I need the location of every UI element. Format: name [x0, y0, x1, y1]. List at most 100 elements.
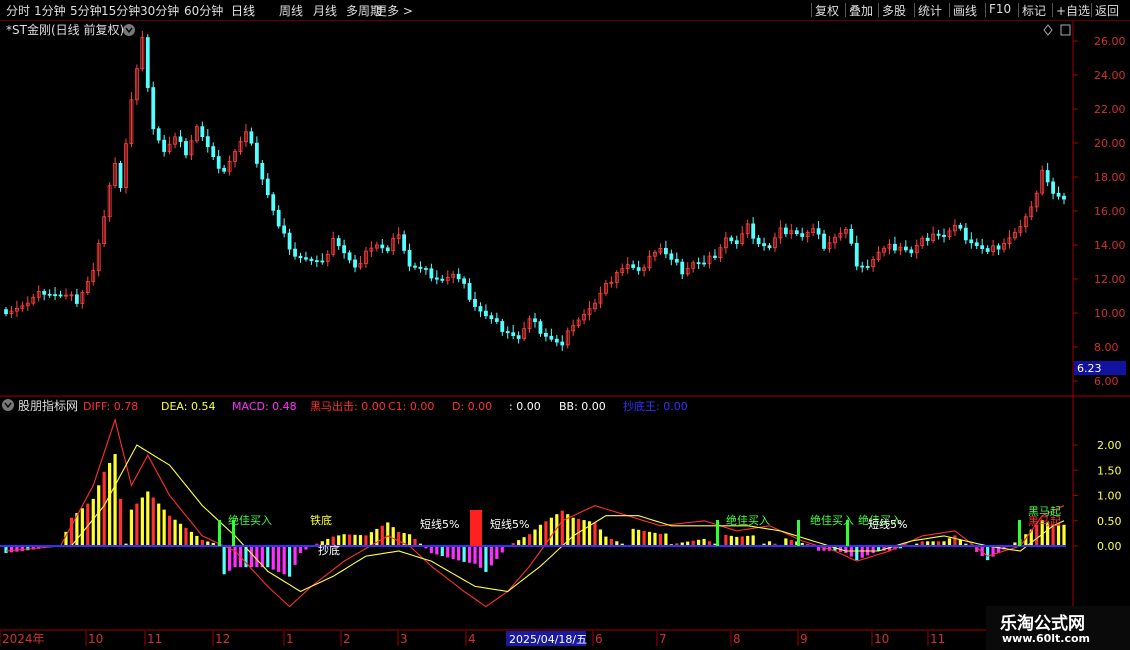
candle-body: [429, 268, 434, 279]
candle-body: [756, 237, 761, 245]
candle-body: [1045, 170, 1050, 183]
macd-bar: [151, 497, 155, 546]
macd-bar: [647, 531, 652, 546]
candle-body: [178, 136, 183, 142]
macd-bar: [135, 503, 139, 546]
macd-bar: [484, 546, 488, 572]
macd-bar: [784, 538, 788, 546]
indicator-title: 股朋指标网: [18, 398, 78, 413]
candle-body: [969, 239, 974, 244]
macd-bar: [287, 546, 292, 577]
candle-body: [696, 262, 701, 265]
price-tick-label: 10.00: [1094, 307, 1126, 320]
candle-body: [500, 321, 505, 332]
macd-bar: [604, 536, 608, 546]
candle-body: [211, 146, 216, 157]
macd-bar: [4, 546, 8, 554]
buy-signal-bar: [797, 520, 800, 546]
legend-entry: DIFF: 0.78: [83, 400, 138, 413]
date-tick-label: 4: [468, 632, 476, 646]
indicator-tick-label: 0.50: [1097, 515, 1122, 528]
cursor-date-label: 2025/04/18/五: [509, 633, 587, 646]
candle-body: [636, 267, 641, 271]
macd-bar: [91, 498, 95, 546]
macd-bar: [871, 546, 875, 554]
candle-body: [631, 264, 636, 269]
macd-bar: [746, 535, 750, 546]
candle-body: [418, 266, 423, 269]
macd-bar: [631, 528, 635, 546]
candle-body: [903, 246, 908, 251]
macd-bar: [102, 471, 106, 546]
signal-label: 铁底: [310, 513, 332, 527]
candle-body: [560, 341, 565, 346]
chart-canvas[interactable]: *ST金刚(日线 前复权) 6.008.0010.0012.0014.0016.…: [0, 0, 1130, 650]
candle-body: [549, 335, 554, 340]
candle-body: [544, 332, 548, 337]
candle-body: [942, 234, 946, 237]
candle-body: [162, 139, 167, 152]
candle-body: [489, 315, 494, 320]
candle-body: [320, 260, 325, 263]
macd-bar: [369, 532, 373, 546]
macd-bar: [533, 529, 537, 546]
candle-body: [751, 223, 756, 239]
macd-bar: [80, 508, 84, 546]
date-tick-label: 11: [147, 632, 162, 646]
candle-body: [669, 253, 674, 260]
macd-bar: [189, 531, 194, 546]
macd-bar: [364, 535, 368, 546]
macd-bar: [108, 462, 112, 546]
date-tick-label: 11: [930, 632, 945, 646]
macd-bar: [298, 546, 303, 554]
macd-bar: [986, 546, 990, 561]
macd-bar: [407, 534, 412, 546]
candle-body: [783, 227, 788, 235]
indicator-tick-label: 0.00: [1097, 540, 1122, 553]
macd-bar: [467, 546, 472, 563]
macd-bar: [429, 546, 433, 554]
macd-bar: [249, 546, 254, 568]
candle-body: [216, 156, 221, 169]
macd-bar: [473, 546, 477, 564]
candle-body: [494, 318, 499, 322]
macd-bar: [146, 491, 150, 546]
price-tick-label: 20.00: [1094, 137, 1126, 150]
macd-bar: [222, 546, 226, 575]
buy-signal-bar: [716, 520, 719, 546]
signal-label: 短线5%: [490, 517, 529, 531]
signal-label: 绝佳买入: [726, 513, 770, 527]
candle-body: [282, 225, 287, 234]
macd-bar: [729, 535, 733, 546]
price-tick-label: 26.00: [1094, 35, 1126, 48]
macd-bar: [413, 538, 417, 546]
price-tick-label: 24.00: [1094, 69, 1126, 82]
candle-body: [974, 242, 979, 247]
candle-body: [729, 237, 734, 242]
macd-bar: [609, 538, 613, 546]
macd-bar: [129, 509, 134, 546]
macd-bar: [157, 503, 161, 546]
date-tick-label: 10: [874, 632, 889, 646]
date-tick-label: 2: [343, 632, 351, 646]
macd-bar: [664, 533, 668, 546]
price-tick-label: 8.00: [1094, 341, 1119, 354]
macd-bar: [380, 525, 384, 546]
macd-bar: [495, 546, 499, 559]
candle-body: [151, 87, 156, 130]
macd-bar: [178, 523, 183, 546]
indicator-tick-label: 1.50: [1097, 464, 1122, 477]
candle-body: [511, 332, 516, 337]
candle-body: [1051, 181, 1055, 194]
macd-bar: [947, 538, 952, 546]
macd-bar: [637, 529, 641, 546]
indicator-legend: DIFF: 0.78 DEA: 0.54 MACD: 0.48 黑马出击: 0.00 C…: [83, 399, 688, 413]
candle-body: [184, 141, 188, 156]
macd-bar: [1062, 524, 1066, 546]
candle-body: [276, 209, 281, 227]
candle-body: [380, 244, 385, 249]
candle-body: [58, 294, 63, 297]
legend-entry: 抄底王: 0.00: [623, 399, 688, 413]
candle-body: [663, 247, 668, 255]
macd-bar: [549, 517, 553, 546]
